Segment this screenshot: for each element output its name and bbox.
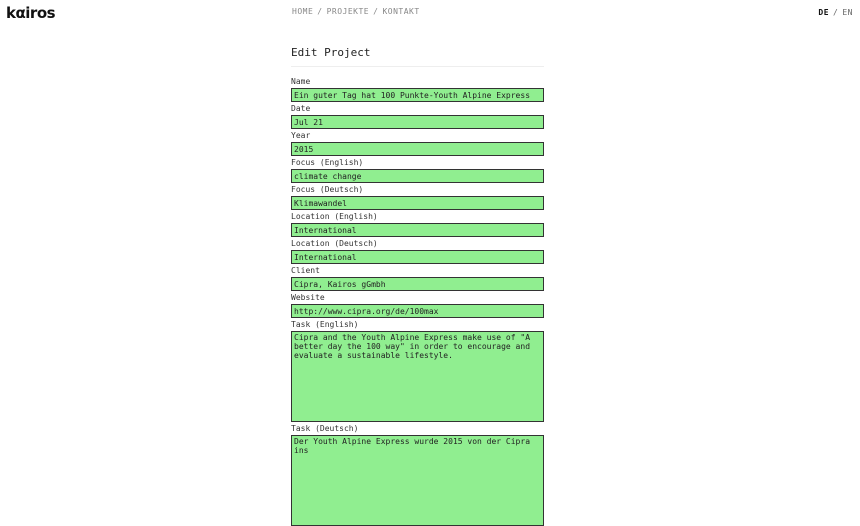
date-label: Date [291,104,311,113]
client-label: Client [291,266,320,275]
focus-english-input[interactable] [291,169,544,183]
location-english-label: Location (English) [291,212,378,221]
kairos-logo[interactable]: kαiros [6,4,56,22]
nav-separator: / [317,7,323,16]
focus-deutsch-input[interactable] [291,196,544,210]
focus-english-label: Focus (English) [291,158,364,167]
name-label: Name [291,77,311,86]
client-input[interactable] [291,277,544,291]
location-english-input[interactable] [291,223,544,237]
lang-en-link[interactable]: EN [842,8,853,17]
date-input[interactable] [291,115,544,129]
lang-separator: / [833,8,839,17]
task-deutsch-textarea[interactable]: Der Youth Alpine Express wurde 2015 von … [291,435,544,526]
website-input[interactable] [291,304,544,318]
language-switcher: DE / EN [818,8,853,17]
nav-link-kontakt[interactable]: KONTAKT [382,7,419,16]
task-english-label: Task (English) [291,320,359,329]
website-label: Website [291,293,325,302]
year-label: Year [291,131,311,140]
name-input[interactable] [291,88,544,102]
main-nav: HOME / PROJEKTE / KONTAKT [292,7,420,16]
location-deutsch-input[interactable] [291,250,544,264]
location-deutsch-label: Location (Deutsch) [291,239,378,248]
nav-separator: / [373,7,379,16]
focus-deutsch-label: Focus (Deutsch) [291,185,364,194]
year-input[interactable] [291,142,544,156]
task-english-textarea[interactable]: Cipra and the Youth Alpine Express make … [291,331,544,422]
lang-de-link[interactable]: DE [818,8,829,17]
nav-link-home[interactable]: HOME [292,7,313,16]
form-title: Edit Project [291,46,544,67]
edit-project-form: Edit Project Name Date Year Focus (Engli… [291,46,544,526]
task-deutsch-label: Task (Deutsch) [291,424,359,433]
nav-link-projekte[interactable]: PROJEKTE [327,7,370,16]
